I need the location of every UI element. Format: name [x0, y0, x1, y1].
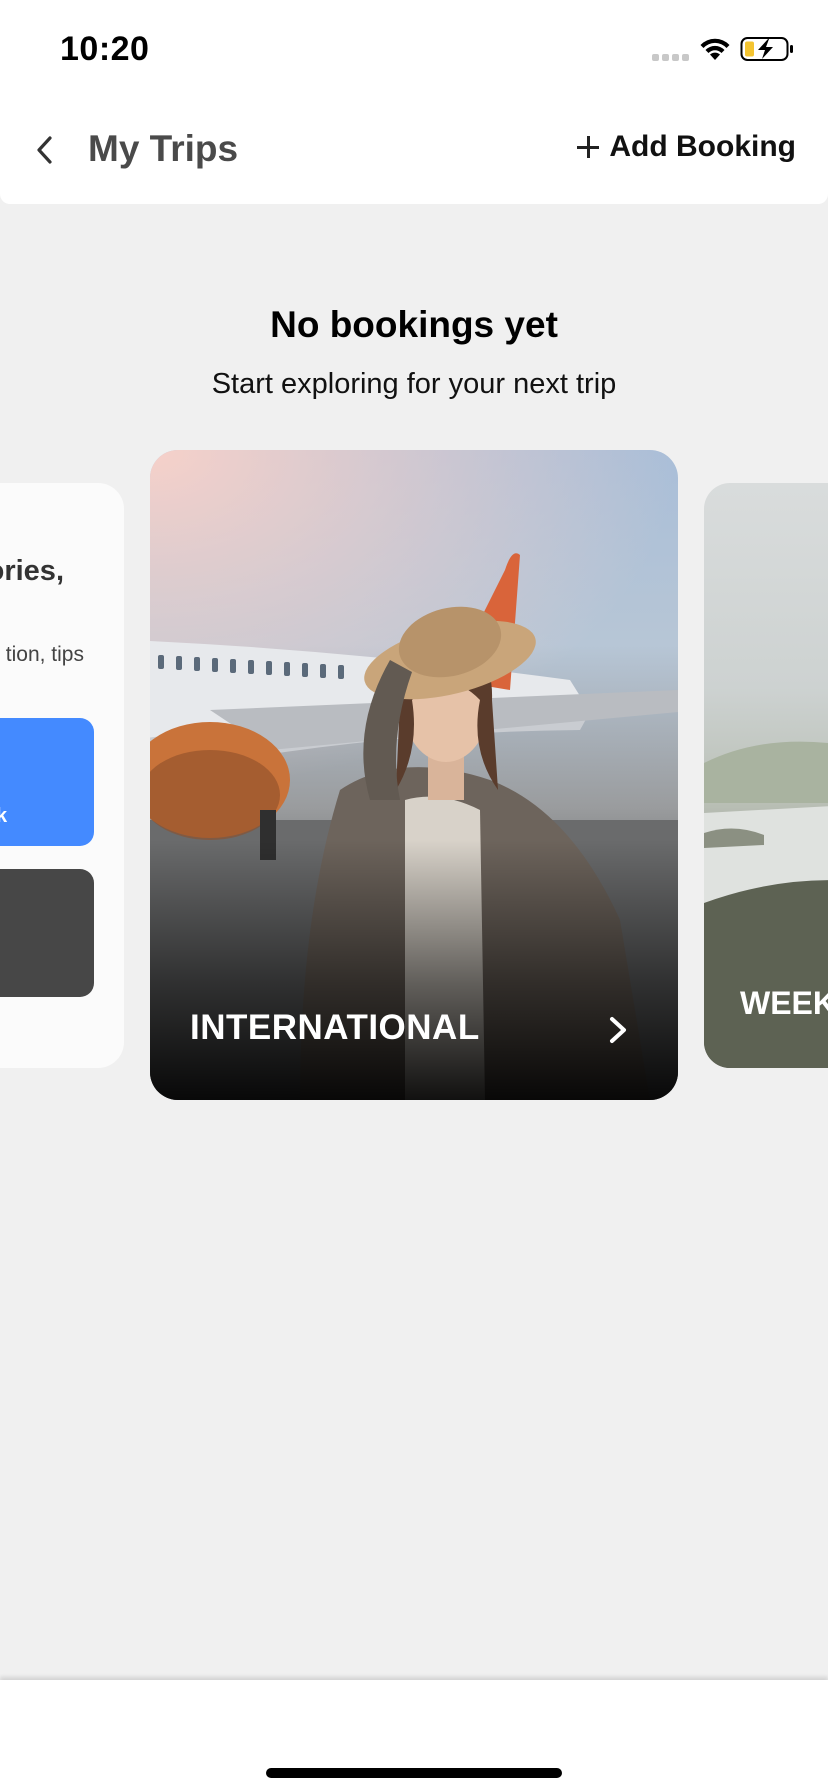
- empty-state-title: No bookings yet: [270, 304, 558, 345]
- bottom-bar: [0, 1680, 828, 1792]
- app-header: My Trips Add Booking: [0, 96, 828, 204]
- category-card-international[interactable]: INTERNATIONAL: [150, 450, 678, 1100]
- info-card-primary-label: k: [0, 805, 8, 827]
- trip-category-carousel[interactable]: ories, tion, tips k: [0, 440, 828, 1110]
- empty-state-subtitle: Start exploring for your next trip: [211, 368, 617, 400]
- page-title: My Trips: [88, 128, 239, 169]
- wifi-icon: [700, 38, 730, 60]
- category-card-label: WEEK: [740, 985, 828, 1021]
- add-booking-label: Add Booking: [609, 130, 796, 163]
- chevron-right-icon: [610, 1017, 626, 1043]
- plus-icon: [577, 136, 600, 158]
- info-card-primary-button[interactable]: k: [0, 718, 94, 846]
- info-card-secondary-button[interactable]: [0, 869, 94, 997]
- info-card[interactable]: ories, tion, tips k: [0, 483, 124, 1068]
- card-gradient-overlay: [150, 840, 678, 1100]
- info-card-subtitle: tion, tips: [5, 643, 84, 666]
- home-indicator[interactable]: [266, 1768, 562, 1778]
- add-booking-button[interactable]: Add Booking: [577, 130, 796, 164]
- signal-icon: [652, 54, 692, 62]
- status-bar: 10:20: [0, 0, 828, 96]
- landscape-photo: [704, 741, 828, 1068]
- battery-charging-icon: [740, 37, 793, 61]
- category-card-label: INTERNATIONAL: [190, 1008, 480, 1047]
- category-card-weekend[interactable]: WEEK: [704, 483, 828, 1068]
- info-card-title: ories,: [0, 555, 64, 587]
- status-time: 10:20: [60, 30, 150, 68]
- chevron-left-icon: [37, 136, 52, 164]
- back-button[interactable]: [26, 128, 62, 172]
